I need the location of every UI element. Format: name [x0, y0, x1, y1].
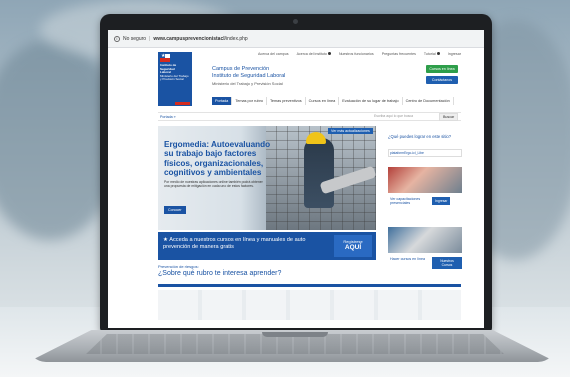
chevron-down-icon: [327, 52, 331, 55]
top-link-faq[interactable]: Preguntas frecuentes: [382, 52, 416, 56]
info-icon[interactable]: i: [114, 35, 120, 42]
courses-banner[interactable]: ★ Acceda a nuestros cursos en línea y ma…: [158, 232, 376, 260]
address-separator: |: [149, 35, 151, 42]
right-column: ¿Qué puedes lograr en este sitio? plataf…: [388, 126, 462, 283]
nav-portada[interactable]: Portada: [212, 97, 233, 105]
url-text[interactable]: www.campusprevencionistacl/index.php: [153, 36, 247, 42]
star-icon: ★: [161, 53, 166, 59]
org-name-line2: Instituto de Seguridad Laboral: [212, 72, 286, 79]
nav-temas-preventivos[interactable]: Temas preventivos: [267, 97, 306, 105]
contact-button[interactable]: Contáctanos: [426, 76, 458, 84]
top-link-institute[interactable]: Acerca del instituto: [297, 52, 331, 56]
logo-line-5: y Previsión Social: [160, 77, 184, 82]
website: Acerca del campus Acerca del instituto N…: [108, 48, 484, 328]
worker-figure: [304, 138, 334, 208]
nav-temas-rubro[interactable]: Temas por rubro: [232, 97, 267, 105]
enter-button[interactable]: Ingresar: [432, 197, 451, 205]
government-logo[interactable]: ★ Instituto de Seguridad Laboral Ministe…: [158, 52, 192, 106]
top-link-staff[interactable]: Nuestros funcionarios: [339, 52, 374, 56]
top-link-login[interactable]: Ingresar: [448, 52, 461, 56]
laptop-lid: i No seguro | www.campusprevencionistacl…: [100, 14, 492, 332]
nav-cursos-linea[interactable]: Cursos en línea: [306, 97, 340, 105]
register-here-label: AQUÍ: [344, 244, 362, 251]
our-courses-button[interactable]: Nuestros Cursos: [432, 257, 462, 269]
search-button[interactable]: Buscar: [439, 113, 459, 121]
logo-color-bar: [160, 101, 190, 105]
top-link-tutorial-label: Tutorial: [423, 52, 436, 56]
prevention-question: ¿Sobre qué rubro te interesa aprender?: [158, 270, 282, 277]
right-question: ¿Qué puedes lograr en este sitio?: [388, 134, 452, 139]
broken-image-label: plataformErgo-icl_Libe: [388, 149, 462, 157]
footer-area: [158, 290, 461, 320]
top-link-institute-label: Acerca del instituto: [296, 52, 327, 56]
laptop-notch: [262, 332, 328, 337]
organization-name: Campus de Prevención Instituto de Seguri…: [212, 66, 285, 88]
security-label: No seguro: [123, 35, 147, 42]
search-input[interactable]: Escriba aquí lo que busca: [374, 114, 413, 118]
nav-evaluacion[interactable]: Evaluación de su lugar de trabajo: [339, 97, 403, 105]
online-course-card[interactable]: Hacer cursos en línea Nuestros Cursos: [388, 227, 462, 283]
breadcrumb: Portada »: [158, 112, 461, 121]
url-host: www.campusprevencionistacl: [153, 35, 225, 42]
footer-divider: [158, 284, 461, 287]
top-link-tutorial[interactable]: Tutorial: [424, 52, 440, 56]
address-bar[interactable]: i No seguro | www.campusprevencionistacl…: [108, 30, 484, 48]
hero-description: Por medio de nuestras aplicaciones onlin…: [164, 180, 263, 189]
laptop-screen: i No seguro | www.campusprevencionistacl…: [108, 30, 484, 328]
chevron-down-icon: [436, 52, 440, 55]
training-photo: [388, 167, 462, 193]
top-link-campus[interactable]: Acerca del campus: [258, 52, 289, 56]
online-courses-button[interactable]: Cursos en línea: [426, 65, 458, 73]
camera-icon: [293, 19, 298, 24]
logo-text: Instituto de Seguridad Laboral Ministeri…: [160, 63, 190, 82]
banner-text: ★ Acceda a nuestros cursos en línea y ma…: [163, 237, 306, 250]
hero-title: Ergomedia: Autoevaluando su trabajo bajo…: [164, 140, 271, 178]
keyboard: [86, 334, 504, 354]
online-course-photo: [388, 227, 462, 253]
org-ministry: Ministerio del Trabajo y Previsión Socia…: [212, 81, 283, 86]
training-card[interactable]: Ver capacitaciones presenciales Ingresar: [388, 167, 462, 223]
hero-slide[interactable]: Ver más actualizaciones Ergomedia: Autoe…: [158, 126, 376, 230]
url-path: /index.php: [224, 35, 248, 42]
register-button[interactable]: Regístrese AQUÍ: [334, 235, 372, 257]
main-navigation: Portada Temas por rubro Temas preventivo…: [212, 97, 454, 105]
prevention-label: Prevención de riesgos:: [158, 264, 199, 269]
breadcrumb-portada[interactable]: Portada »: [160, 115, 176, 119]
training-text: Ver capacitaciones presenciales: [390, 197, 421, 206]
nav-documentacion[interactable]: Centro de Documentación: [403, 97, 454, 105]
more-updates-link[interactable]: Ver más actualizaciones: [328, 128, 373, 134]
online-course-text: Hacer cursos en línea: [390, 257, 425, 261]
top-links: Acerca del campus Acerca del instituto N…: [258, 52, 461, 56]
hero-know-more-button[interactable]: Conocer: [164, 206, 186, 214]
